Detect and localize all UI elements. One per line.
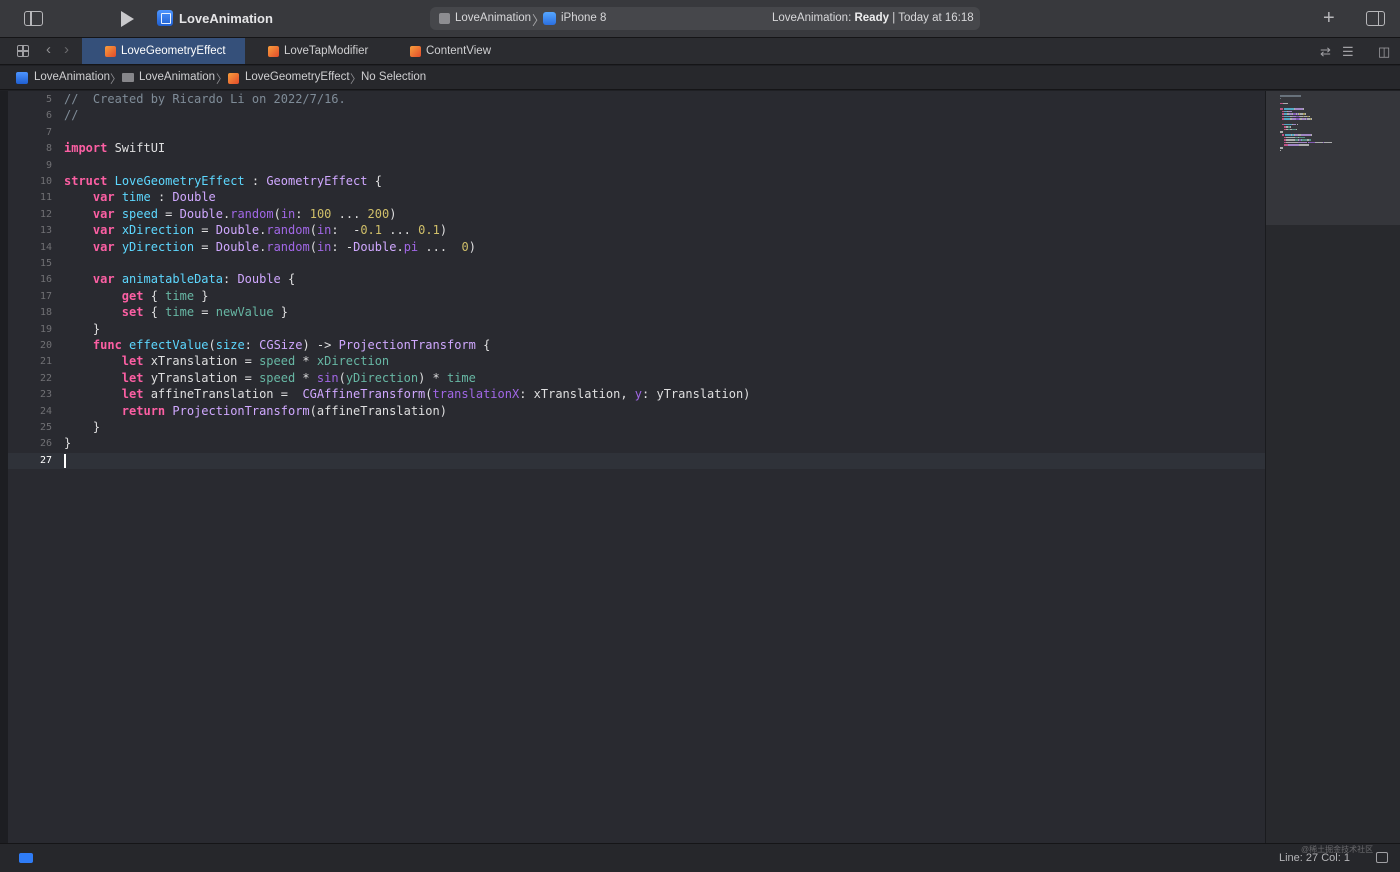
code-line: let affineTranslation = CGAffineTransfor… xyxy=(121,387,751,402)
add-button[interactable]: + xyxy=(1323,7,1335,30)
line-number: 20 xyxy=(39,340,52,351)
line-number: 19 xyxy=(39,323,52,335)
tab-label: ContentView xyxy=(426,45,491,57)
code-line: var xDirection = Double.random(in: -0.1 … xyxy=(92,223,448,238)
swift-file-icon xyxy=(228,73,239,84)
editor-status-bar: @稀土掘金技术社区 Line: 27 Col: 1 xyxy=(0,843,1400,872)
code-line: } xyxy=(64,420,101,434)
tab-love-geometry-effect[interactable]: LoveGeometryEffect xyxy=(82,38,245,64)
code-line: // xyxy=(64,108,79,123)
code-line: // Created by Ricardo Li on 2022/7/16. xyxy=(64,92,346,106)
current-line-highlight xyxy=(8,452,1265,470)
app-icon xyxy=(157,10,173,26)
chevron-right-icon: 〉 xyxy=(110,74,122,86)
breadcrumb-group[interactable]: LoveAnimation xyxy=(139,71,215,83)
line-number: 15 xyxy=(39,258,52,269)
source-editor[interactable]: 5 6 7 8 9 10 11 12 13 14 15 16 17 18 19 20 21 22 23 24 25 26 2… xyxy=(8,91,1265,843)
tab-love-tap-modifier[interactable]: LoveTapModifier xyxy=(252,38,392,64)
tab-label: LoveGeometryEffect xyxy=(121,45,226,57)
folder-icon xyxy=(122,73,134,82)
swift-file-icon xyxy=(268,46,279,57)
editor-tab-bar: ‹ › LoveGeometryEffect LoveTapModifier C… xyxy=(0,38,1400,65)
scheme-icon xyxy=(439,13,450,24)
code-line: } xyxy=(64,436,72,451)
add-editor-icon[interactable]: ◫ xyxy=(1378,44,1390,60)
project-icon xyxy=(16,72,28,84)
forward-arrow-icon[interactable]: › xyxy=(64,41,69,58)
code-line: let yTranslation = speed * sin(yDirectio… xyxy=(121,370,476,385)
debug-area-toggle-icon[interactable] xyxy=(19,853,33,863)
breadcrumb-project[interactable]: LoveAnimation xyxy=(34,71,110,83)
line-number: 17 xyxy=(39,290,52,302)
code-line: var animatableData: Double { xyxy=(92,272,296,287)
line-number: 24 xyxy=(39,405,52,417)
line-number: 23 xyxy=(39,389,52,401)
swap-arrows-icon[interactable]: ⇄ xyxy=(1320,44,1331,60)
code-line: func effectValue(size: CGSize) -> Projec… xyxy=(92,338,491,352)
code-line: get { time } xyxy=(121,288,209,303)
debug-panel-icon[interactable] xyxy=(1376,852,1388,863)
window-toolbar: LoveAnimation LoveAnimation 〉 iPhone 8 L… xyxy=(0,0,1400,38)
line-number: 27 xyxy=(39,454,52,466)
cursor-position: Line: 27 Col: 1 xyxy=(1279,852,1350,864)
code-line: set { time = newValue } xyxy=(121,305,289,320)
breadcrumb-file[interactable]: LoveGeometryEffect xyxy=(245,71,350,83)
chevron-right-icon: 〉 xyxy=(216,74,228,86)
breadcrumb-selection[interactable]: No Selection xyxy=(361,71,426,83)
status-state: Ready xyxy=(854,12,890,24)
related-items-grid-icon[interactable] xyxy=(17,45,29,57)
device-selector[interactable]: iPhone 8 xyxy=(561,12,606,24)
line-number: 7 xyxy=(45,126,52,138)
line-number: 9 xyxy=(45,159,52,171)
window-edge xyxy=(0,91,8,843)
line-number: 26 xyxy=(39,438,52,450)
chevron-right-icon: 〉 xyxy=(350,74,362,86)
swift-file-icon xyxy=(105,46,116,57)
build-status: LoveAnimation: Ready | Today at 16:18 xyxy=(772,12,974,24)
code-line: let xTranslation = speed * xDirection xyxy=(121,354,390,369)
minimap[interactable] xyxy=(1265,91,1400,843)
project-title: LoveAnimation xyxy=(179,11,273,26)
run-icon[interactable] xyxy=(121,11,134,27)
inspector-toggle-icon[interactable] xyxy=(1366,11,1385,26)
code-line: return ProjectionTransform(affineTransla… xyxy=(121,403,447,418)
scheme-selector[interactable]: LoveAnimation xyxy=(455,12,531,24)
editor-options-icon[interactable]: ☰ xyxy=(1342,44,1354,60)
line-number-gutter: 5 6 7 8 9 10 11 12 13 14 15 16 17 18 19 20 21 22 23 24 25 26 2… xyxy=(8,91,54,843)
line-number: 5 xyxy=(45,94,52,105)
line-number: 10 xyxy=(39,176,52,187)
line-number: 25 xyxy=(39,422,52,433)
tab-label: LoveTapModifier xyxy=(284,45,369,57)
line-number: 11 xyxy=(39,192,52,204)
line-number: 12 xyxy=(39,208,52,220)
line-number: 22 xyxy=(39,372,52,384)
code-line: var time : Double xyxy=(92,190,216,205)
back-arrow-icon[interactable]: ‹ xyxy=(46,41,51,58)
code-line: } xyxy=(64,321,101,336)
jump-bar: LoveAnimation 〉 LoveAnimation 〉 LoveGeom… xyxy=(0,66,1400,90)
simulator-icon xyxy=(543,12,556,25)
line-number: 21 xyxy=(39,356,52,368)
code-line: var speed = Double.random(in: 100 ... 20… xyxy=(92,206,397,221)
status-time: | Today at 16:18 xyxy=(892,12,974,24)
tab-content-view[interactable]: ContentView xyxy=(395,38,515,64)
code-line: var yDirection = Double.random(in: -Doub… xyxy=(92,239,476,254)
navigator-toggle-icon[interactable] xyxy=(24,11,43,26)
line-number: 14 xyxy=(39,241,52,253)
line-number: 16 xyxy=(39,274,52,286)
code-line: import SwiftUI xyxy=(64,141,166,156)
code-line: struct LoveGeometryEffect : GeometryEffe… xyxy=(64,174,382,188)
status-project: LoveAnimation: xyxy=(772,12,852,24)
line-number: 18 xyxy=(39,307,52,319)
text-cursor xyxy=(64,453,66,468)
line-number: 13 xyxy=(39,225,52,237)
line-number: 8 xyxy=(45,143,52,155)
activity-status-bar: LoveAnimation 〉 iPhone 8 LoveAnimation: … xyxy=(430,7,980,30)
swift-file-icon xyxy=(410,46,421,57)
line-number: 6 xyxy=(45,110,52,122)
